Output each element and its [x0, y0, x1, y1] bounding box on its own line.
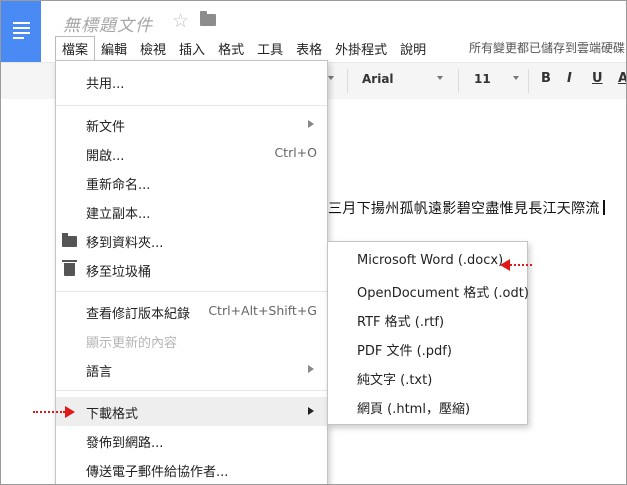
menu-addons[interactable]: 外掛程式 — [329, 36, 394, 60]
menu-item-make-copy[interactable]: 建立副本... — [56, 197, 327, 226]
menu-item-label: 重新命名... — [86, 178, 151, 193]
menu-item-trash[interactable]: 移至垃圾桶 — [56, 255, 327, 284]
menu-item-label: 顯示更新的內容 — [86, 336, 178, 351]
menu-item-label: 共用... — [86, 77, 125, 92]
submenu-arrow-icon — [308, 407, 314, 415]
folder-icon[interactable] — [200, 11, 216, 26]
submenu-item-label: Microsoft Word (.docx) — [357, 253, 504, 268]
menu-item-label: 發佈到網路... — [86, 436, 164, 451]
menu-item-share[interactable]: 共用... — [56, 67, 327, 96]
download-txt[interactable]: 純文字 (.txt) — [328, 358, 527, 388]
italic-button[interactable]: I — [567, 71, 572, 86]
bold-button[interactable]: B — [541, 71, 551, 86]
menu-item-rename[interactable]: 重新命名... — [56, 168, 327, 197]
menu-view[interactable]: 檢視 — [134, 36, 173, 60]
style-dropdown-caret-icon[interactable] — [328, 76, 334, 80]
menu-help[interactable]: 說明 — [394, 36, 433, 60]
submenu-item-label: OpenDocument 格式 (.odt) — [357, 286, 529, 301]
download-docx[interactable]: Microsoft Word (.docx) — [328, 242, 527, 271]
text-color-button[interactable]: A — [618, 71, 626, 86]
menu-item-revision-history[interactable]: 查看修訂版本紀錄 Ctrl+Alt+Shift+G — [56, 297, 327, 326]
docs-logo-icon[interactable] — [1, 1, 41, 62]
menu-item-publish[interactable]: 發佈到網路... — [56, 426, 327, 455]
download-submenu: Microsoft Word (.docx) OpenDocument 格式 (… — [327, 241, 529, 425]
font-dropdown-caret-icon[interactable] — [437, 76, 443, 80]
menu-item-download-as[interactable]: 下載格式 — [56, 397, 327, 426]
save-status: 所有變更都已儲存到雲端硬碟 — [469, 41, 626, 55]
menu-item-label: 開啟... — [86, 149, 125, 164]
menu-divider — [56, 291, 327, 292]
toolbar-divider — [347, 69, 348, 93]
text-cursor — [602, 200, 605, 215]
menu-item-label: 移至垃圾桶 — [86, 265, 152, 280]
folder-icon — [62, 233, 77, 247]
menu-item-email-collaborators[interactable]: 傳送電子郵件給協作者... — [56, 455, 327, 484]
annotation-arrow-left — [500, 259, 532, 271]
submenu-arrow-icon — [308, 120, 314, 128]
menu-item-label: 建立副本... — [86, 207, 151, 222]
size-dropdown-caret-icon[interactable] — [513, 76, 519, 80]
font-size-dropdown[interactable]: 11 — [474, 72, 491, 86]
menu-item-label: 新文件 — [86, 120, 126, 135]
menu-item-new[interactable]: 新文件 — [56, 110, 327, 139]
menu-format[interactable]: 格式 — [212, 36, 251, 60]
menu-bar: 檔案 編輯 檢視 插入 格式 工具 表格 外掛程式 說明 — [55, 36, 433, 60]
document-text-content: 三月下揚州孤帆遠影碧空盡惟見長江天際流 — [328, 201, 600, 217]
submenu-item-label: 純文字 (.txt) — [357, 373, 433, 388]
download-odt[interactable]: OpenDocument 格式 (.odt) — [328, 271, 529, 301]
menu-item-label: 查看修訂版本紀錄 — [86, 307, 191, 322]
download-pdf[interactable]: PDF 文件 (.pdf) — [328, 329, 527, 359]
toolbar-divider — [458, 69, 459, 93]
menu-divider — [56, 105, 327, 106]
toolbar-divider — [528, 69, 529, 93]
underline-button[interactable]: U — [592, 71, 603, 86]
menu-item-open[interactable]: 開啟... Ctrl+O — [56, 139, 327, 168]
shortcut-label: Ctrl+O — [274, 145, 317, 160]
menu-item-label: 傳送電子郵件給協作者... — [86, 465, 229, 480]
menu-item-label: 語言 — [86, 365, 113, 380]
menu-divider — [56, 390, 327, 391]
menu-insert[interactable]: 插入 — [173, 36, 212, 60]
menu-item-move-to-folder[interactable]: 移到資料夾... — [56, 226, 327, 255]
menu-item-label: 移到資料夾... — [86, 236, 164, 251]
submenu-item-label: 網頁 (.html，壓縮) — [357, 402, 471, 417]
menu-table[interactable]: 表格 — [290, 36, 329, 60]
menu-item-see-new-changes: 顯示更新的內容 — [56, 326, 327, 355]
trash-icon — [62, 260, 77, 276]
menu-item-label: 下載格式 — [86, 407, 139, 422]
shortcut-label: Ctrl+Alt+Shift+G — [208, 303, 317, 318]
file-menu: 共用... 新文件 開啟... Ctrl+O 重新命名... 建立副本... 移… — [55, 60, 328, 484]
submenu-item-label: PDF 文件 (.pdf) — [357, 344, 452, 359]
menu-tools[interactable]: 工具 — [251, 36, 290, 60]
submenu-arrow-icon — [308, 365, 314, 373]
download-html-zipped[interactable]: 網頁 (.html，壓縮) — [328, 387, 527, 417]
menu-item-language[interactable]: 語言 — [56, 355, 327, 384]
star-icon[interactable]: ☆ — [172, 10, 189, 32]
document-title[interactable]: 無標題文件 — [63, 11, 153, 36]
document-text[interactable]: 三月下揚州孤帆遠影碧空盡惟見長江天際流 — [328, 198, 605, 218]
download-rtf[interactable]: RTF 格式 (.rtf) — [328, 300, 527, 330]
font-dropdown[interactable]: Arial — [362, 72, 394, 86]
menu-file[interactable]: 檔案 — [55, 36, 96, 60]
app-window: 無標題文件 ☆ 檔案 編輯 檢視 插入 格式 工具 表格 外掛程式 說明 所有變… — [0, 0, 627, 485]
menu-edit[interactable]: 編輯 — [95, 36, 134, 60]
submenu-item-label: RTF 格式 (.rtf) — [357, 315, 445, 330]
annotation-arrow-right — [33, 406, 77, 418]
